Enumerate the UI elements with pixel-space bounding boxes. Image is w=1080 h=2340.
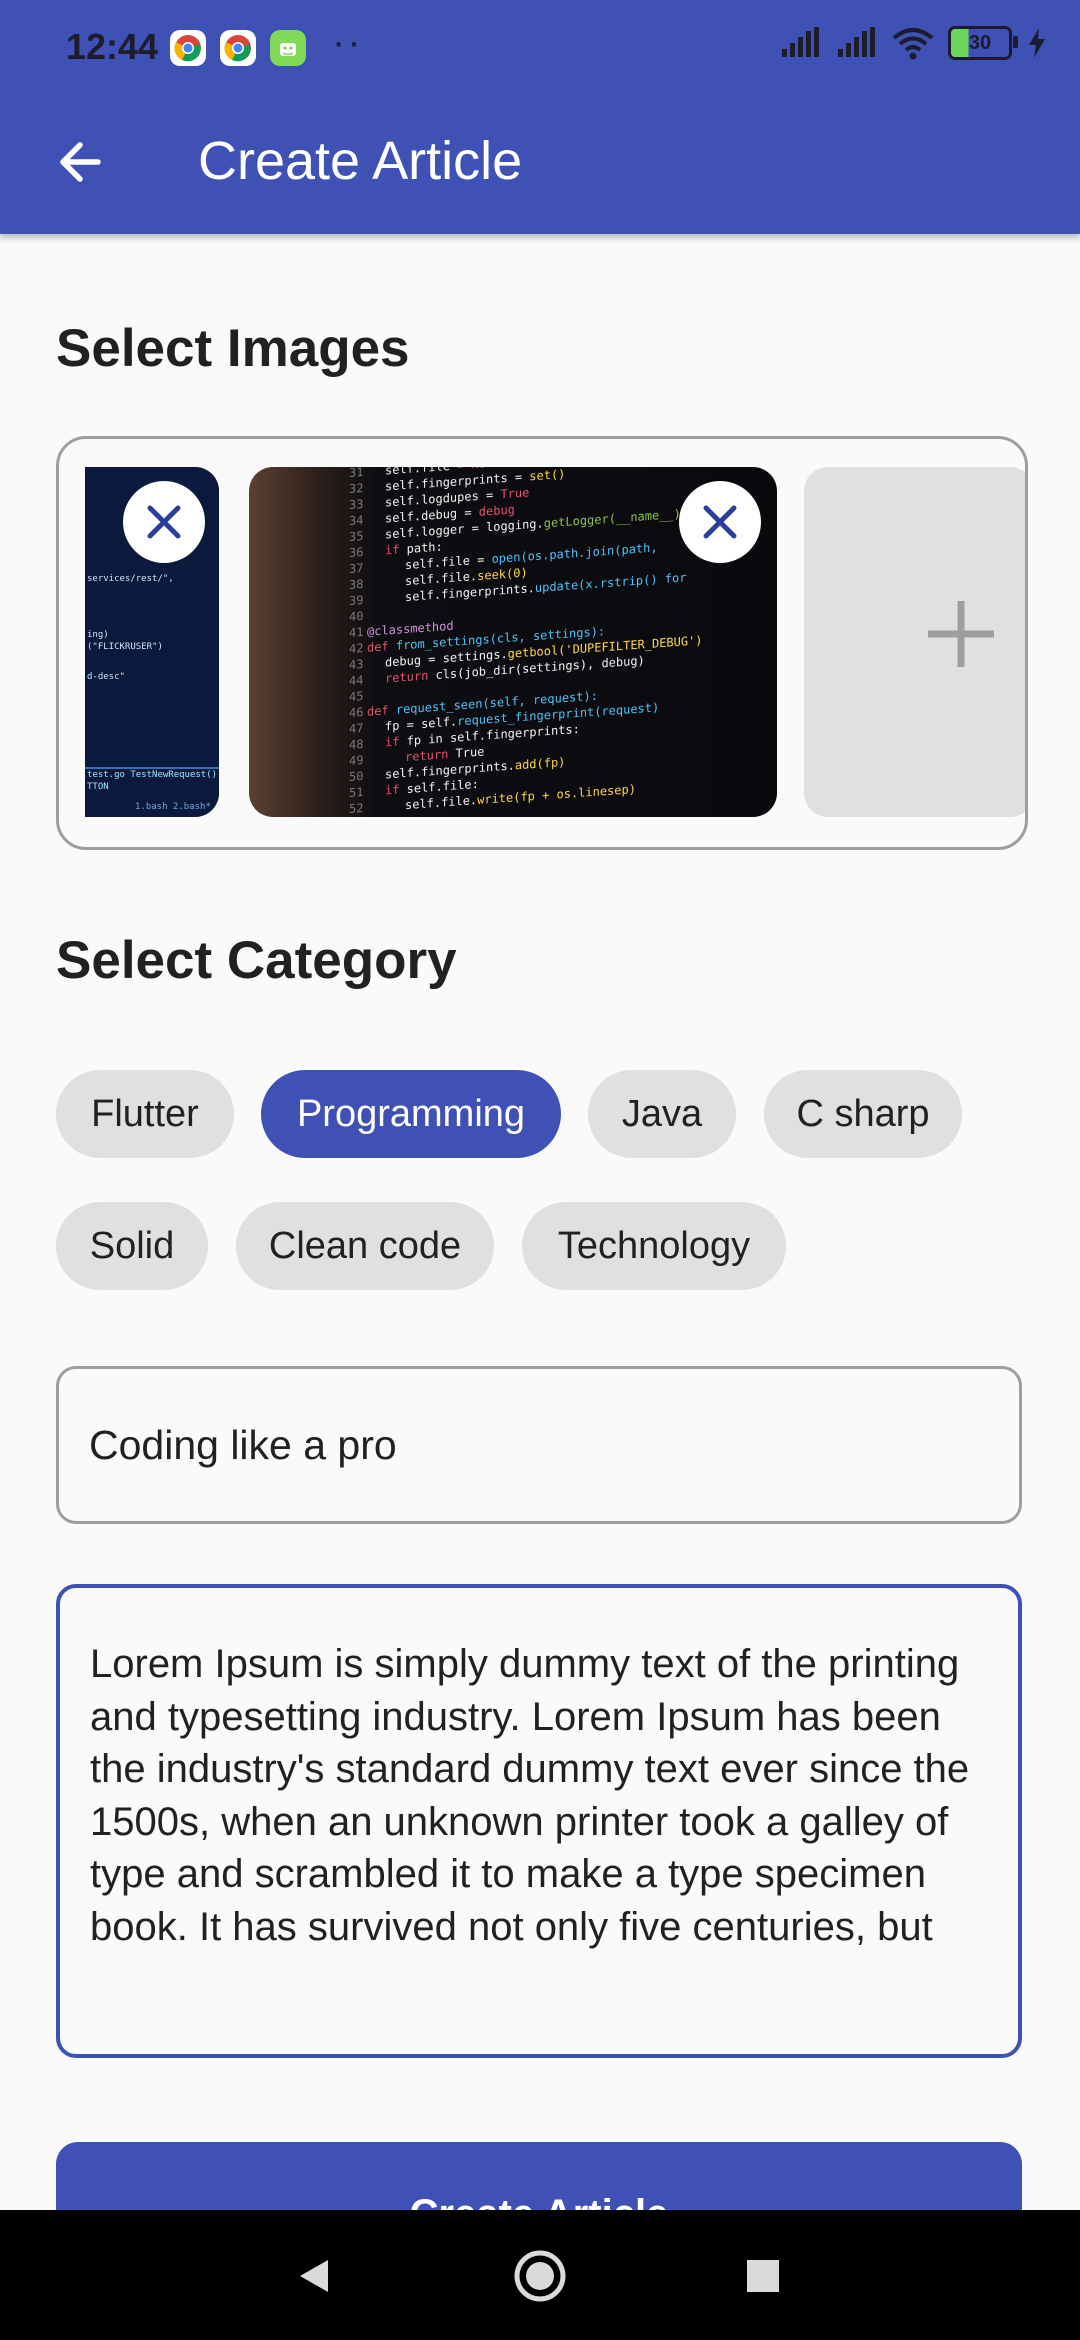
page-title: Create Article [198, 131, 523, 191]
svg-text:test.go TestNewRequest(): test.go TestNewRequest() [87, 770, 217, 780]
chip-c-sharp[interactable]: C sharp [764, 1070, 962, 1158]
svg-text:43: 43 [349, 657, 363, 672]
svg-text:1.bash 2.bash* 3:b: 1.bash 2.bash* 3:b [135, 802, 219, 812]
plus-icon [928, 601, 994, 667]
battery-icon: 30 [948, 26, 1018, 60]
article-body-field[interactable]: Lorem Ipsum is simply dummy text of the … [56, 1584, 1022, 2058]
svg-text:41: 41 [349, 625, 363, 640]
select-images-heading: Select Images [56, 319, 410, 378]
svg-text:32: 32 [349, 481, 363, 496]
back-triangle-icon [300, 2260, 328, 2292]
svg-text:31: 31 [349, 467, 363, 480]
chrome-icon [170, 30, 206, 66]
svg-text:39: 39 [349, 593, 363, 608]
images-picker: services/rest/", ing) ("FLICKRUSER") d-d… [56, 436, 1028, 850]
back-button[interactable] [50, 132, 110, 192]
svg-text:33: 33 [349, 497, 363, 512]
status-time: 12:44 [66, 26, 159, 67]
svg-text:35: 35 [349, 529, 363, 544]
svg-text:38: 38 [349, 577, 363, 592]
nav-home-button[interactable] [510, 2246, 570, 2306]
recents-square-icon [747, 2260, 779, 2292]
svg-text:49: 49 [349, 753, 363, 768]
article-body-text: Lorem Ipsum is simply dummy text of the … [90, 1642, 970, 1949]
nav-recents-button[interactable] [733, 2246, 793, 2306]
svg-text:36: 36 [349, 545, 363, 560]
home-circle-icon [514, 2250, 566, 2302]
svg-text:d-desc": d-desc" [87, 672, 125, 682]
close-icon [703, 505, 737, 539]
arrow-left-icon [60, 142, 101, 182]
chip-flutter[interactable]: Flutter [56, 1070, 234, 1158]
svg-text:40: 40 [349, 609, 363, 624]
chip-solid[interactable]: Solid [56, 1202, 208, 1290]
status-bar: 12:44 ·· 30 [0, 0, 1080, 98]
svg-text:45: 45 [349, 689, 363, 704]
more-notifications-icon: ·· [332, 20, 363, 64]
close-icon [147, 505, 181, 539]
svg-text:TTON: TTON [87, 782, 109, 792]
chip-clean-code[interactable]: Clean code [236, 1202, 494, 1290]
svg-text:52: 52 [349, 801, 363, 816]
svg-text:34: 34 [349, 513, 363, 528]
svg-text:37: 37 [349, 561, 363, 576]
nav-back-button[interactable] [284, 2246, 344, 2306]
remove-image-button[interactable] [123, 481, 205, 563]
notification-icons [170, 30, 306, 66]
svg-text:("FLICKRUSER"): ("FLICKRUSER") [87, 642, 163, 652]
svg-text:48: 48 [349, 737, 363, 752]
svg-text:self.file = open(os.path.join(: self.file = open(os.path.join(path, [405, 540, 658, 572]
charging-icon [1029, 28, 1045, 58]
app-bar: Create Article [0, 98, 1080, 234]
article-title-field[interactable]: Coding like a pro [56, 1366, 1022, 1524]
svg-text:44: 44 [349, 673, 363, 688]
chrome-icon [220, 30, 256, 66]
chip-technology[interactable]: Technology [522, 1202, 786, 1290]
signal-icon [838, 27, 875, 57]
svg-text:services/rest/",: services/rest/", [87, 574, 174, 584]
image-thumbnail[interactable]: services/rest/", ing) ("FLICKRUSER") d-d… [85, 467, 219, 817]
svg-text:if path:: if path: [385, 539, 443, 557]
wifi-icon [892, 28, 934, 60]
svg-text:50: 50 [349, 769, 363, 784]
svg-text:51: 51 [349, 785, 363, 800]
svg-text:42: 42 [349, 641, 363, 656]
remove-image-button[interactable] [679, 481, 761, 563]
svg-text:ing): ing) [87, 630, 109, 640]
chip-programming[interactable]: Programming [261, 1070, 561, 1158]
android-icon [270, 30, 306, 66]
chip-java[interactable]: Java [588, 1070, 736, 1158]
signal-icon [782, 27, 819, 57]
system-nav-bar [0, 2210, 1080, 2340]
image-thumbnail[interactable]: 31 32 33 34 35 36 37 38 39 40 41 42 43 44 45 46 47 48… [249, 467, 777, 817]
svg-text:46: 46 [349, 705, 363, 720]
svg-text:47: 47 [349, 721, 363, 736]
add-image-button[interactable] [804, 467, 1025, 817]
system-icons: 30 [780, 26, 1048, 60]
select-category-heading: Select Category [56, 931, 457, 990]
